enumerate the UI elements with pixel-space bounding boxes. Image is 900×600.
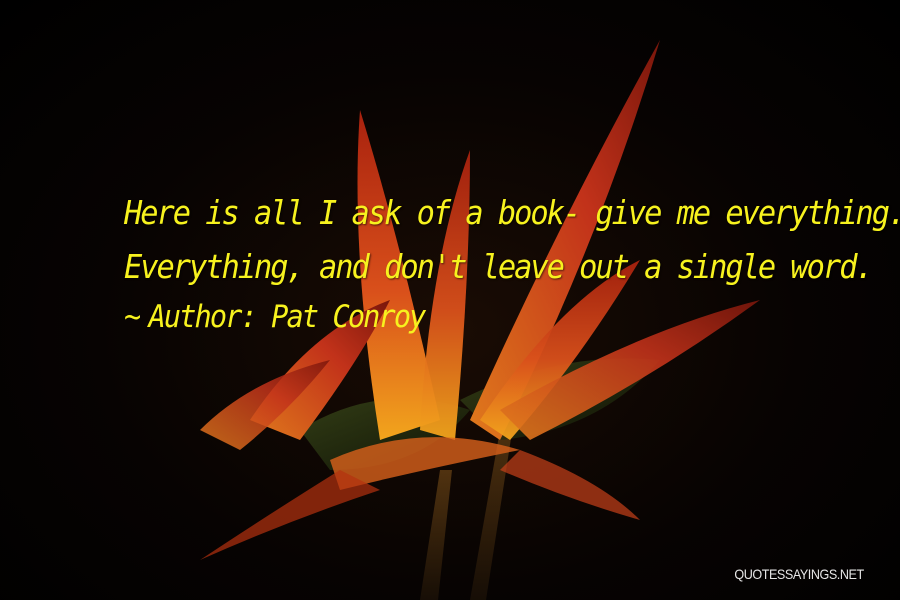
quote-author: ~ Author: Pat Conroy [124, 299, 427, 335]
quote-text: Here is all I ask of a book- give me eve… [124, 186, 900, 294]
author-prefix: ~ [124, 299, 141, 335]
site-watermark: QUOTESSAYINGS.NET [734, 566, 865, 582]
quote-image: Here is all I ask of a book- give me eve… [0, 0, 900, 600]
quote-line-1: Here is all I ask of a book- give me eve… [124, 193, 900, 232]
author-label: Author: Pat Conroy [148, 299, 427, 335]
quote-line-2: Everything, and don't leave out a single… [124, 247, 874, 286]
